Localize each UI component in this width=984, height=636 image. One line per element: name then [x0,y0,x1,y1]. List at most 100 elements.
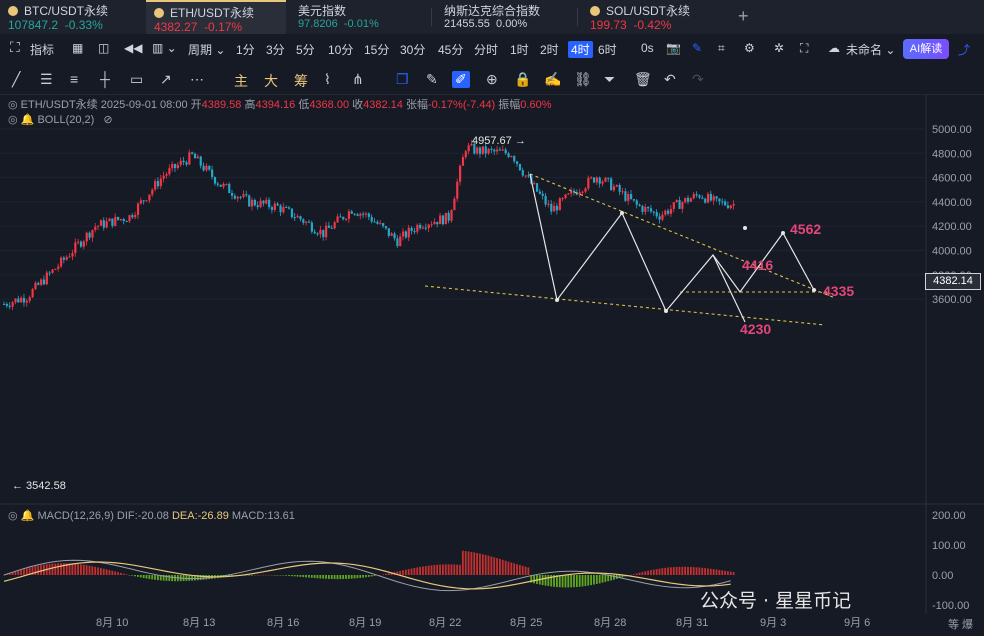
candle-body [675,200,678,203]
tab-dxy[interactable]: 美元指数 97.8206 -0.01% [292,0,432,34]
candle-body [359,213,362,216]
undo-icon[interactable]: ↶ [664,71,676,88]
interval-8[interactable]: 1时 [510,41,529,58]
macd-bar [259,574,262,576]
indicator-icon[interactable]: ⛶ [10,39,20,56]
tab-btc[interactable]: BTC/USDT永续 107847.2 -0.33% [0,0,145,34]
macd-bar [727,571,729,575]
crop-icon[interactable]: ⌗ [718,41,725,56]
interval-11[interactable]: 6时 [598,41,617,58]
fit-button[interactable]: 等 爆 [948,616,973,632]
chart-type-icon[interactable]: ▥ ⌄ [152,41,177,55]
macd-bar [521,565,524,575]
macd-bar [322,575,325,579]
macd-bar [729,571,732,575]
rectangle-icon[interactable]: ▭ [130,71,143,88]
candle-body [191,152,194,154]
candle-body [22,297,26,303]
datetime-label: 2025-09-01 08:00 [100,99,188,111]
macd-bar [165,575,168,581]
hide-icon[interactable]: ⊘ [103,114,112,126]
interval-4[interactable]: 15分 [364,41,389,58]
layout-icon[interactable]: ◫ [98,41,109,55]
gear-icon[interactable]: ✲ [774,41,784,55]
macd-bar [80,564,82,575]
tab-sol[interactable]: SOL/USDT永续 199.73 -0.42% [582,0,727,34]
candle-body [125,221,128,223]
draw-mode-icon[interactable]: ✐ [452,71,470,88]
filter-icon[interactable]: ⏷ [604,71,615,88]
tab-nasdaq[interactable]: 纳斯达克综合指数 21455.55 0.00% [438,0,578,34]
interval-10[interactable]: 4时 [568,41,593,58]
eye-icon[interactable]: ◎ [8,114,18,126]
candle-body [587,177,590,189]
share-icon[interactable]: ⤴ [958,41,970,58]
interval-2[interactable]: 5分 [296,41,315,58]
bell-icon[interactable]: 🔔 [21,510,35,522]
redo-icon[interactable]: ↷ [692,71,704,88]
magnet-icon[interactable]: ⋔ [352,71,364,88]
interval-3[interactable]: 10分 [328,41,353,58]
main-force-button[interactable]: 主 [234,71,248,91]
candle-body [382,223,385,227]
macd-bar [268,574,270,576]
candle-body [45,272,48,285]
period-button[interactable]: 周期 ⌄ [188,41,225,58]
interval-0[interactable]: 1分 [236,41,255,58]
edit-icon[interactable]: ✍ [544,71,561,88]
add-tab-icon[interactable]: + [738,6,749,27]
candle-body [461,157,465,166]
ruler-icon[interactable]: ⌇ [324,71,331,88]
ai-interpret-button[interactable]: AI解读 [903,39,949,59]
eye-icon[interactable]: ◎ [8,99,18,111]
big-order-button[interactable]: 大 [264,71,278,91]
amp-value: 0.60% [520,99,552,111]
pen-icon[interactable]: ✎ [692,41,702,55]
macd-bar [345,575,347,579]
chips-button[interactable]: 筹 [294,71,308,91]
interval-7[interactable]: 分时 [474,41,498,58]
template-icon[interactable]: ▦ [72,41,83,55]
tab-eth[interactable]: ETH/USDT永续 4382.27 -0.17% [146,0,286,36]
trendline-icon[interactable]: ╱ [12,71,20,88]
symbol-tab-bar: BTC/USDT永续 107847.2 -0.33% ETH/USDT永续 43… [0,0,984,36]
arrow-icon[interactable]: ↗ [160,71,172,88]
cloud-icon[interactable]: ☁ [828,41,840,55]
camera-icon[interactable]: 📷 [666,41,681,55]
candle-body [248,195,251,207]
macd-bar [151,575,154,580]
trash-icon[interactable]: 🗑 [634,71,652,88]
interval-6[interactable]: 45分 [438,41,463,58]
interval-1[interactable]: 3分 [266,41,285,58]
candle-body [102,220,105,228]
brush-icon[interactable]: ✎ [426,71,438,88]
candle-body [236,196,239,199]
candle-body [273,203,276,210]
macd-bar [282,575,285,576]
candle-body [706,193,710,203]
layout-name[interactable]: 未命名 ⌄ [846,41,895,58]
link-icon[interactable]: ⛓ [574,71,592,88]
interval-9[interactable]: 2时 [540,41,559,58]
lock-icon[interactable]: 🔒 [514,71,531,88]
macd-bar [433,565,436,575]
price-chart[interactable]: 5000.00 4800.00 4600.00 4400.00 4200.00 4000.… [0,94,984,636]
more-icon[interactable]: ⋯ [190,71,204,88]
settings-icon[interactable]: ⚙ [744,41,755,55]
candle-body [615,184,618,187]
channel-icon[interactable]: ☰ [40,71,53,88]
macd-bar [481,554,484,575]
parallel-lines-icon[interactable]: ≡ [70,71,78,87]
indicator-button[interactable]: 指标 [30,41,54,58]
candle-body [393,233,396,239]
rewind-icon[interactable]: ◀◀ [124,41,142,55]
macd-bar [128,575,131,576]
tab-price: 21455.55 0.00% [444,18,528,30]
copy-icon[interactable]: ❐ [396,71,409,88]
eye-icon[interactable]: ◎ [8,510,18,522]
fullscreen-icon[interactable]: ⛶ [800,41,808,56]
zoom-icon[interactable]: ⊕ [486,71,498,88]
interval-5[interactable]: 30分 [400,41,425,58]
horizontal-line-icon[interactable]: ┼ [100,71,110,87]
bell-icon[interactable]: 🔔 [21,114,35,126]
